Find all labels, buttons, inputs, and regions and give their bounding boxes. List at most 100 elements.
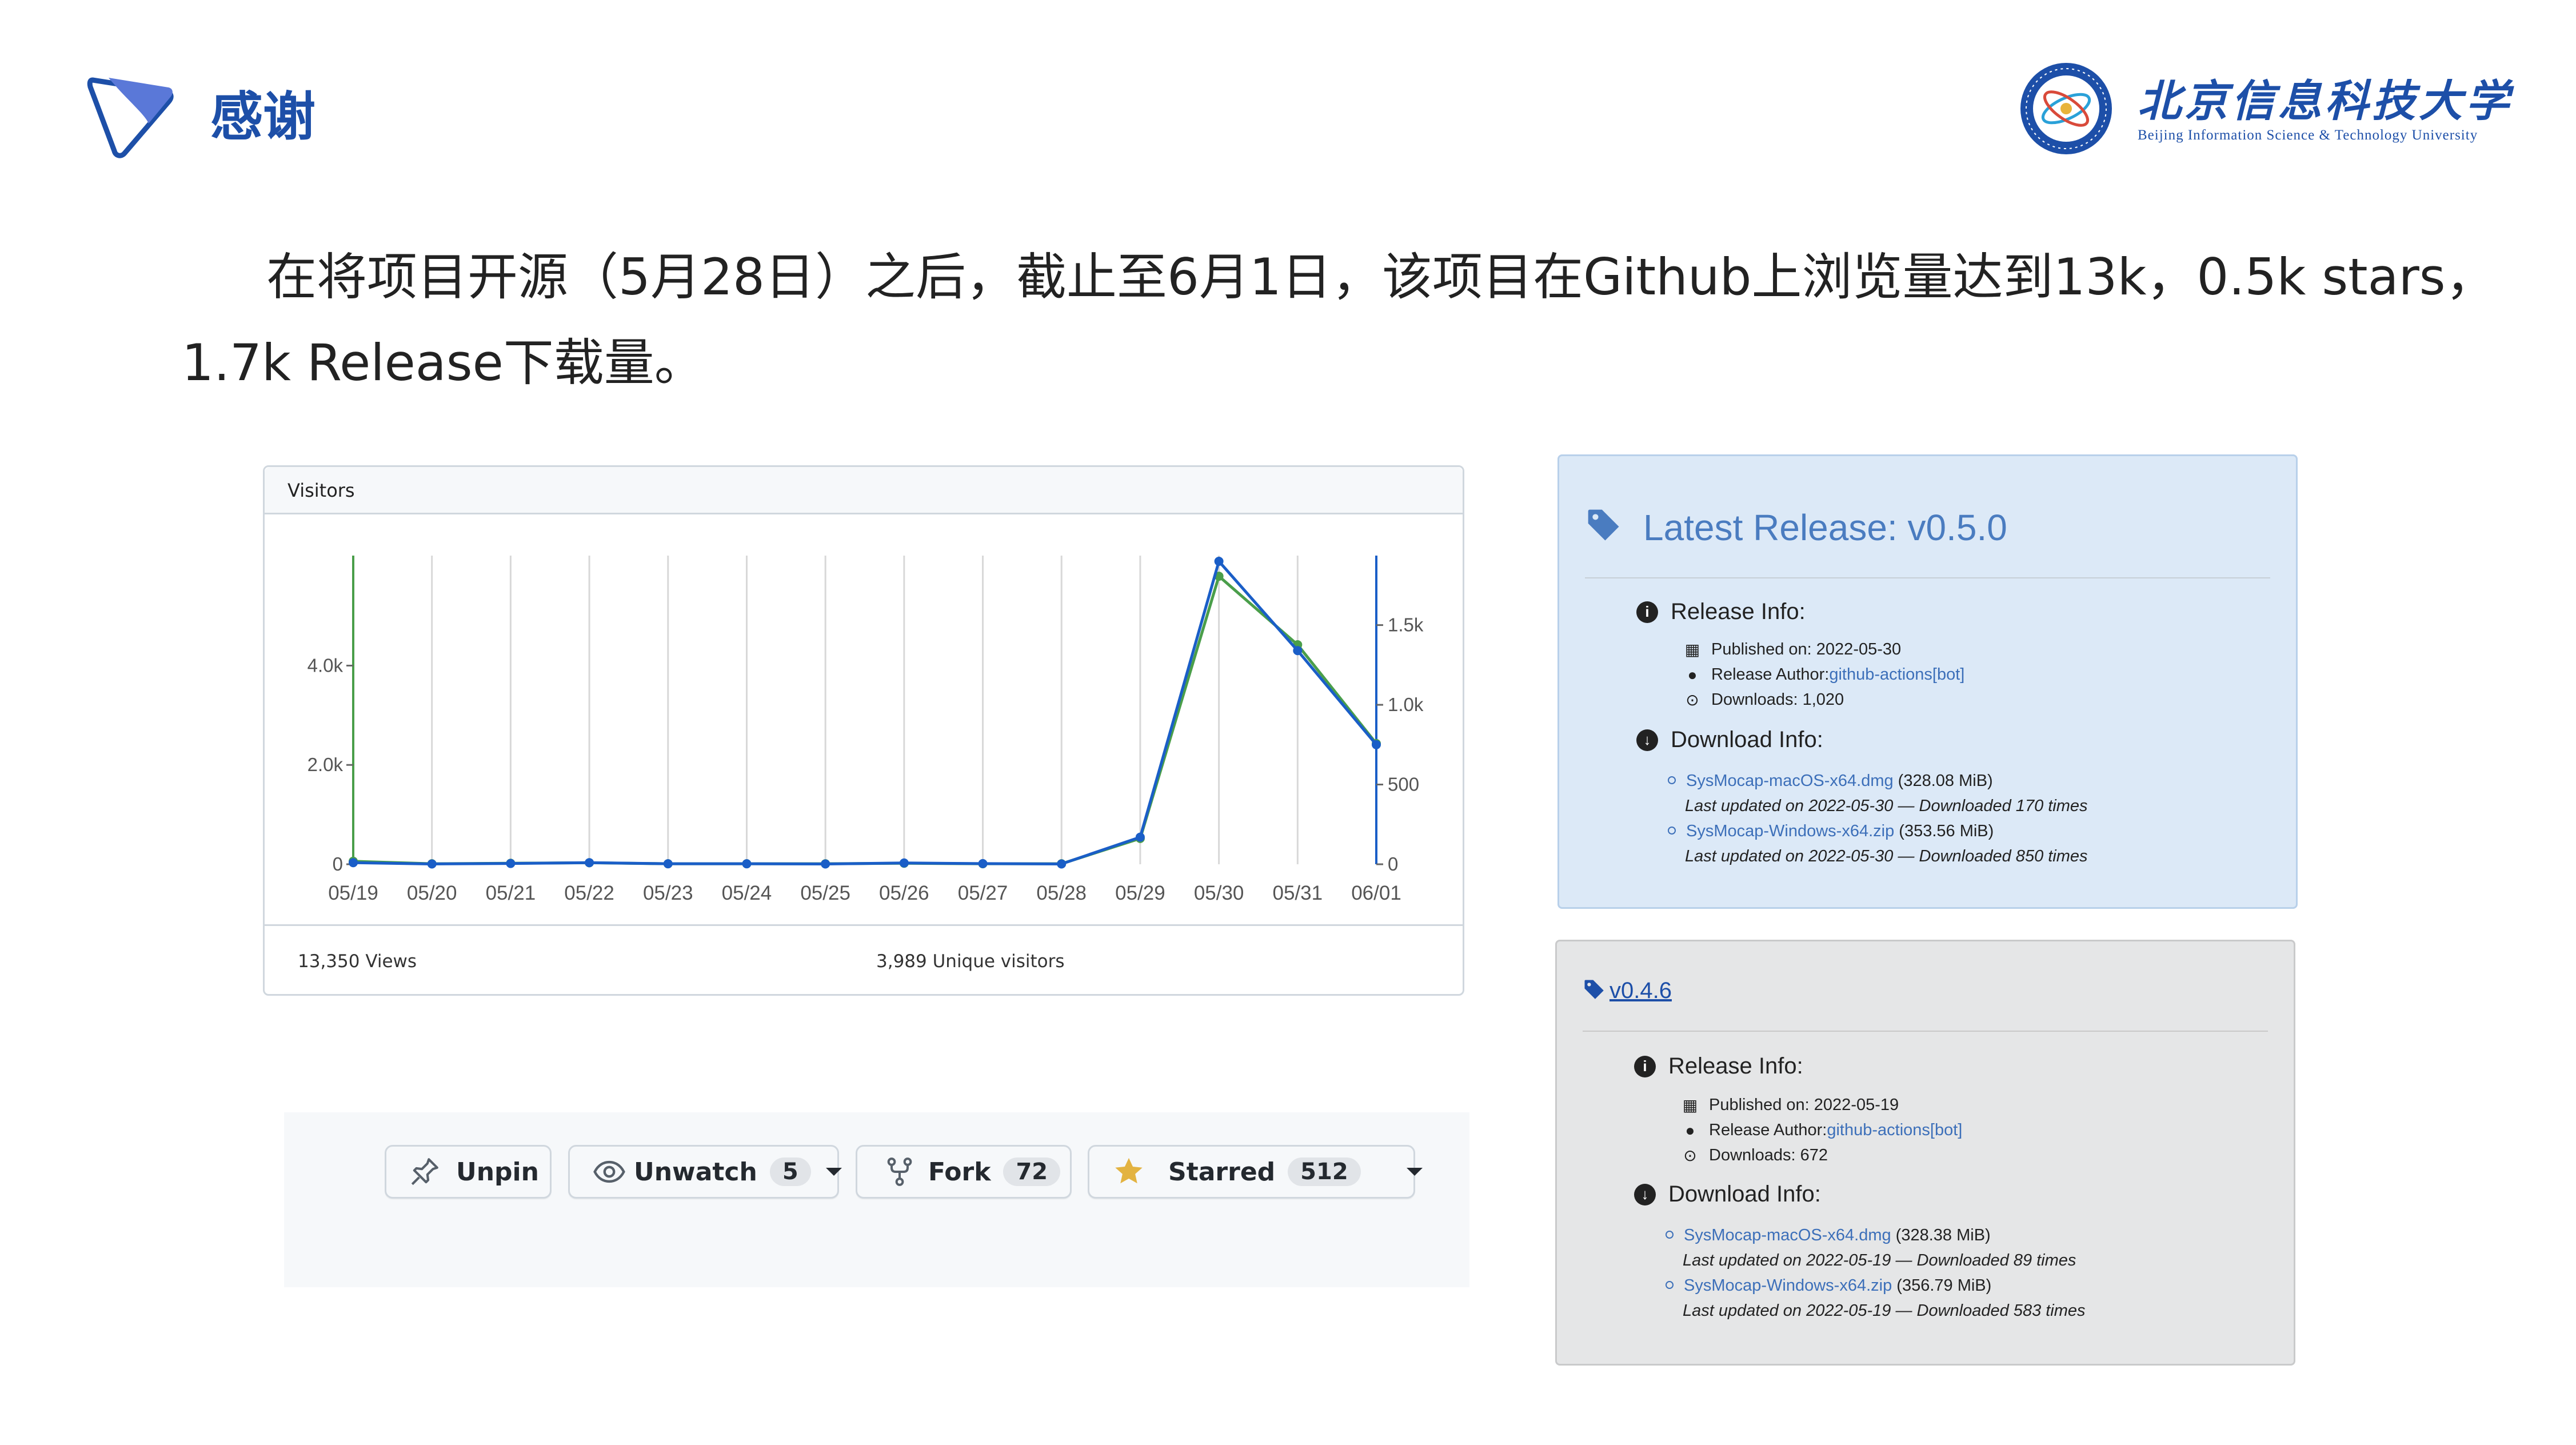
file-note-macos: Last updated on 2022-05-19 — Downloaded …: [1683, 1251, 2076, 1270]
university-name-cn: 北京信息科技大学: [2138, 75, 2513, 126]
eye-icon: [593, 1160, 625, 1183]
calendar-icon: ▦: [1682, 1096, 1698, 1114]
x-axis-tick-label: 05/22: [564, 882, 614, 904]
x-axis-tick-label: 05/30: [1194, 882, 1244, 904]
university-seal-icon: [2020, 63, 2112, 154]
left-axis-tick-label: 2.0k: [307, 754, 344, 775]
chevron-down-icon[interactable]: [825, 1168, 842, 1176]
file-link-windows[interactable]: SysMocap-Windows-x64.zip: [1684, 1276, 1892, 1295]
x-axis-tick-label: 05/25: [800, 882, 850, 904]
series-2-point: [821, 859, 830, 869]
release-info-heading: i Release Info:: [1634, 1053, 1803, 1079]
downloads-count: ⊙ Downloads: 672: [1682, 1146, 1828, 1165]
author-link[interactable]: github-actions[bot]: [1827, 1121, 1962, 1140]
unwatch-button[interactable]: Unwatch 5: [568, 1145, 842, 1199]
star-icon: [1115, 1157, 1143, 1184]
download-file-windows: SysMocap-Windows-x64.zip (353.56 MiB): [1668, 822, 1994, 841]
downloads-count: ⊙ Downloads: 1,020: [1684, 690, 1844, 709]
starred-label: Starred: [1168, 1157, 1276, 1187]
series-2-point: [742, 859, 752, 869]
left-axis-tick-label: 4.0k: [307, 654, 344, 676]
release-card-v046: v0.4.6 i Release Info: ▦ Published on: 2…: [1555, 940, 2295, 1366]
series-2-point: [1135, 832, 1145, 842]
right-axis-tick-label: 1.5k: [1388, 614, 1424, 636]
unpin-button[interactable]: Unpin: [385, 1145, 552, 1199]
visitors-card: Visitors 0 2.0k 4.0k 0 500 1.0k 1.5k 05/19 05/20…: [263, 465, 1464, 996]
download-file-windows: SysMocap-Windows-x64.zip (356.79 MiB): [1666, 1276, 1991, 1295]
published-date: ▦ Published on: 2022-05-19: [1682, 1096, 1899, 1114]
series-2-point: [506, 859, 516, 868]
x-axis-tick-label: 05/27: [958, 882, 1008, 904]
bullet-icon: [1668, 776, 1676, 784]
bullet-icon: [1666, 1281, 1674, 1289]
x-axis-tick-label: 05/23: [643, 882, 693, 904]
user-icon: ●: [1685, 1121, 1695, 1139]
series-line-1: [353, 574, 1377, 865]
series-line-2: [353, 560, 1377, 865]
series-2-point: [978, 859, 988, 868]
series-2-point: [899, 858, 909, 868]
download-icon: ⊙: [1683, 1147, 1697, 1164]
divider: [1585, 577, 2270, 578]
download-file-macos: SysMocap-macOS-x64.dmg (328.38 MiB): [1666, 1226, 1991, 1245]
right-axis-tick-label: 500: [1388, 774, 1419, 795]
unwatch-label: Unwatch: [634, 1157, 757, 1187]
file-note-windows: Last updated on 2022-05-19 — Downloaded …: [1683, 1302, 2086, 1320]
series-2-point: [1057, 859, 1067, 869]
tag-icon: [1588, 509, 1619, 541]
fork-button[interactable]: Fork 72: [856, 1145, 1072, 1199]
release-author: ● Release Author: github-actions[bot]: [1682, 1121, 1963, 1140]
pin-icon: [411, 1158, 438, 1185]
x-axis-tick-label: 05/29: [1115, 882, 1165, 904]
bullet-icon: [1668, 827, 1676, 835]
summary-line-1: 在将项目开源（5月28日）之后，截止至6月1日，该项目在Github上浏览量达到…: [266, 248, 2496, 306]
published-date: ▦ Published on: 2022-05-30: [1684, 640, 1902, 658]
file-note-macos: Last updated on 2022-05-30 — Downloaded …: [1685, 797, 2088, 815]
x-axis-tick-label: 05/24: [722, 882, 772, 904]
file-link-macos[interactable]: SysMocap-macOS-x64.dmg: [1684, 1226, 1891, 1244]
series-2-point: [1293, 646, 1303, 656]
starred-count: 512: [1288, 1157, 1361, 1186]
download-info-heading: ↓ Download Info:: [1634, 1181, 1821, 1207]
download-circle-icon: ↓: [1634, 1183, 1656, 1206]
repo-action-bar: Unpin Unwatch 5 Fork 72 Starred 512: [284, 1112, 1469, 1287]
visitors-footer: 13,350 Views 3,989 Unique visitors: [265, 924, 1463, 997]
unwatch-count: 5: [769, 1157, 811, 1186]
brand-logo-icon: [87, 77, 174, 158]
series-2-point: [585, 858, 594, 868]
right-axis-tick-label: 0: [1388, 853, 1398, 875]
summary-line-2: 1.7k Release下载量。: [182, 333, 705, 392]
x-axis-tick-label: 05/28: [1036, 882, 1087, 904]
fork-count: 72: [1003, 1157, 1061, 1186]
file-link-macos[interactable]: SysMocap-macOS-x64.dmg: [1686, 772, 1894, 790]
chevron-down-icon[interactable]: [1406, 1168, 1423, 1176]
bullet-icon: [1666, 1231, 1674, 1239]
info-icon: i: [1634, 1055, 1656, 1077]
user-icon: ●: [1687, 665, 1698, 684]
release-info-heading: i Release Info:: [1636, 599, 1806, 625]
university-name-en: Beijing Information Science & Technology…: [2138, 127, 2478, 143]
author-link[interactable]: github-actions[bot]: [1829, 665, 1964, 684]
release-author: ● Release Author: github-actions[bot]: [1684, 665, 1965, 684]
visitors-chart: 0 2.0k 4.0k 0 500 1.0k 1.5k 05/19 05/20 05/21 05/2…: [307, 556, 1424, 904]
divider: [1583, 1031, 2268, 1032]
info-icon: i: [1636, 601, 1658, 623]
series-2-point: [1214, 557, 1224, 566]
download-icon: ⊙: [1686, 691, 1699, 709]
series-2-point: [349, 858, 358, 868]
download-circle-icon: ↓: [1636, 729, 1658, 751]
file-link-windows[interactable]: SysMocap-Windows-x64.zip: [1686, 822, 1894, 840]
fork-label: Fork: [928, 1157, 991, 1187]
x-axis-tick-label: 06/01: [1351, 882, 1401, 904]
series-2-point: [663, 859, 673, 869]
unique-visitors-count: 3,989 Unique visitors: [876, 951, 1065, 972]
tag-icon: [1584, 980, 1604, 999]
starred-button[interactable]: Starred 512: [1088, 1145, 1423, 1199]
views-count: 13,350 Views: [298, 951, 417, 972]
file-note-windows: Last updated on 2022-05-30 — Downloaded …: [1685, 847, 2088, 865]
series-2-point: [427, 859, 437, 869]
x-axis-tick-label: 05/31: [1273, 882, 1323, 904]
right-axis-tick-label: 1.0k: [1388, 694, 1424, 715]
release-title: Latest Release: v0.5.0: [1643, 507, 2007, 548]
release-title-link[interactable]: v0.4.6: [1609, 978, 1672, 1004]
